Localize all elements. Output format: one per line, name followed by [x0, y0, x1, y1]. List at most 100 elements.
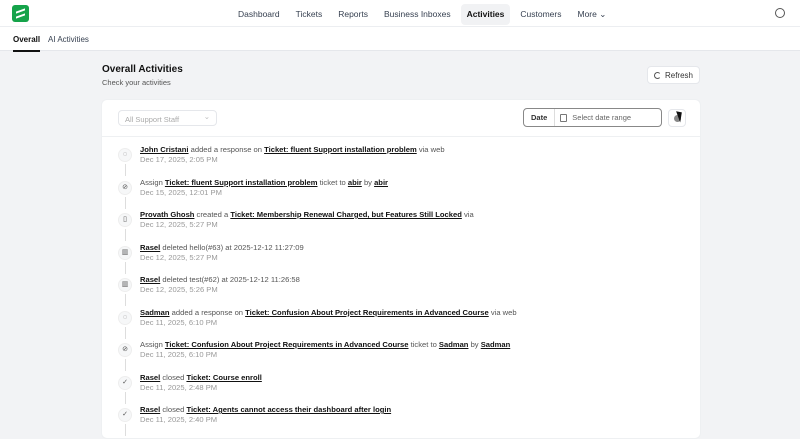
activity-link[interactable]: abir — [348, 178, 362, 187]
activity-item: ⊘ Assign Ticket: Confusion About Project … — [102, 340, 700, 373]
refresh-icon — [653, 71, 661, 79]
activity-message: Rasel deleted test(#62) at 2025-12-12 11… — [140, 275, 700, 285]
activity-link[interactable]: Sadman — [439, 340, 469, 349]
activity-item: ⊘ Assign Ticket: fluent Support installat… — [102, 178, 700, 211]
timeline-connector — [125, 196, 126, 209]
activity-message: Rasel closed Ticket: Course enroll — [140, 373, 700, 383]
timeline-connector — [125, 164, 126, 176]
page-title: Overall Activities — [102, 64, 183, 75]
check-circle-icon: ✓ — [118, 408, 132, 422]
activity-text: Assign — [140, 177, 165, 187]
trash-icon: ▥ — [118, 245, 132, 260]
activity-text: Assign — [140, 340, 165, 349]
activity-item: ▥ Rasel deleted test(#62) at 2025-12-12 1… — [102, 275, 700, 308]
activity-timestamp: Dec 11, 2025, 2:48 PM — [140, 382, 218, 392]
nav-reports[interactable]: Reports — [332, 4, 374, 25]
calendar-icon — [560, 113, 568, 122]
nav-business-inboxes[interactable]: Business Inboxes — [378, 4, 457, 25]
activities-card: All Support Staff Date Select date range… — [101, 99, 701, 439]
activity-link[interactable]: John Cristani — [140, 145, 189, 154]
activity-timestamp: Dec 17, 2025, 2:05 PM — [140, 155, 218, 164]
timeline-connector — [125, 391, 126, 404]
assign-icon: ⊘ — [118, 180, 132, 195]
activity-link[interactable]: Sadman — [140, 308, 170, 317]
activity-message: Assign Ticket: Confusion About Project R… — [140, 340, 700, 350]
activity-link[interactable]: Ticket: Agents cannot access their dashb… — [186, 405, 391, 414]
document-icon: ▯ — [118, 213, 132, 227]
activity-text: added a response on — [169, 307, 246, 317]
activity-link[interactable]: Ticket: fluent Support installation prob… — [264, 145, 417, 154]
activity-link[interactable]: Ticket: Confusion About Project Requirem… — [165, 340, 409, 349]
activity-text: closed — [160, 372, 187, 382]
activity-message: Rasel closed Ticket: Agents cannot acces… — [140, 405, 700, 415]
activity-timestamp: Dec 11, 2025, 2:40 PM — [140, 415, 218, 424]
page-subtitle: Check your activities — [102, 78, 171, 87]
settings-gear-icon[interactable] — [775, 8, 785, 18]
trash-icon: ▥ — [118, 278, 132, 292]
nav-dashboard[interactable]: Dashboard — [232, 4, 286, 25]
activity-link[interactable]: Rasel — [140, 243, 160, 252]
check-circle-icon: ✓ — [118, 375, 132, 390]
activity-item: ✓ Rasel closed Ticket: Agents cannot acce… — [102, 405, 700, 438]
activity-text: by — [361, 177, 375, 187]
activity-link[interactable]: Provath Ghosh — [140, 210, 194, 219]
activity-text: via — [461, 210, 474, 219]
logo-icon[interactable] — [12, 5, 29, 22]
filter-bar: All Support Staff Date Select date range — [102, 100, 700, 137]
activity-message: John Cristani added a response on Ticket… — [140, 145, 700, 155]
support-staff-select[interactable]: All Support Staff — [118, 110, 217, 126]
activity-item: ◌ Sadman added a response on Ticket: Conf… — [102, 308, 700, 341]
assign-icon: ⊘ — [118, 343, 132, 357]
activity-text: via web — [416, 145, 445, 154]
date-label: Date — [524, 109, 556, 126]
activity-link[interactable]: Ticket: Course enroll — [186, 373, 261, 382]
activity-timestamp: Dec 12, 2025, 5:27 PM — [140, 220, 218, 229]
timeline-connector — [125, 424, 126, 436]
nav-more[interactable]: More ⌄ — [571, 4, 612, 25]
activity-message: Rasel deleted hello(#63) at 2025-12-12 1… — [140, 243, 700, 253]
tab-ai-activities[interactable]: AI Activities — [48, 35, 89, 44]
activity-item: ▥ Rasel deleted hello(#63) at 2025-12-12 … — [102, 243, 700, 276]
activity-text: deleted test(#62) at 2025-12-12 11:26:58 — [160, 275, 300, 284]
chat-icon: ◌ — [118, 148, 132, 162]
activity-timestamp: Dec 12, 2025, 5:26 PM — [140, 285, 218, 294]
activity-link[interactable]: Rasel — [140, 373, 160, 382]
activity-timestamp: Dec 12, 2025, 5:27 PM — [140, 252, 218, 262]
activity-item: ◌ John Cristani added a response on Ticke… — [102, 145, 700, 178]
activity-link[interactable]: Sadman — [481, 340, 511, 349]
activity-link[interactable]: Rasel — [140, 275, 160, 284]
activity-text: ticket to — [317, 177, 348, 187]
activity-text: added a response on — [188, 145, 265, 154]
tab-overall[interactable]: Overall — [13, 35, 41, 52]
activity-text: by — [468, 340, 481, 349]
activity-timestamp: Dec 15, 2025, 12:01 PM — [140, 187, 222, 197]
timeline-connector — [125, 294, 126, 306]
date-range-picker[interactable]: Date Select date range — [523, 108, 662, 127]
activity-message: Sadman added a response on Ticket: Confu… — [140, 308, 700, 318]
nav-tickets[interactable]: Tickets — [290, 4, 329, 25]
activity-link[interactable]: Ticket: fluent Support installation prob… — [165, 178, 318, 187]
refresh-label: Refresh — [664, 70, 693, 80]
main-nav: Dashboard Tickets Reports Business Inboxes A… — [232, 4, 612, 25]
activity-text: via web — [488, 307, 517, 317]
activity-link[interactable]: abir — [374, 178, 388, 187]
refresh-button[interactable]: Refresh — [647, 66, 700, 84]
nav-customers[interactable]: Customers — [514, 4, 567, 25]
activity-message: Assign Ticket: fluent Support installati… — [140, 178, 700, 188]
activity-timestamp: Dec 11, 2025, 6:10 PM — [140, 317, 218, 327]
sub-tabs: Overall AI Activities — [0, 27, 800, 52]
activity-timestamp: Dec 11, 2025, 6:10 PM — [140, 350, 218, 359]
nav-activities[interactable]: Activities — [460, 4, 511, 25]
activity-message: Provath Ghosh created a Ticket: Membersh… — [140, 210, 700, 220]
activity-link[interactable]: Ticket: Confusion About Project Requirem… — [245, 308, 489, 317]
activity-link[interactable]: Rasel — [140, 405, 160, 414]
activity-item: ▯ Provath Ghosh created a Ticket: Members… — [102, 210, 700, 243]
date-range-input[interactable]: Select date range — [572, 113, 631, 122]
activity-link[interactable]: Ticket: Membership Renewal Charged, but … — [230, 210, 462, 219]
timeline-connector — [125, 229, 126, 241]
timeline-connector — [125, 261, 126, 274]
top-nav: Dashboard Tickets Reports Business Inboxes A… — [0, 0, 800, 27]
activity-text: closed — [160, 405, 187, 414]
activity-text: created a — [194, 210, 231, 219]
activity-text: ticket to — [408, 340, 439, 349]
